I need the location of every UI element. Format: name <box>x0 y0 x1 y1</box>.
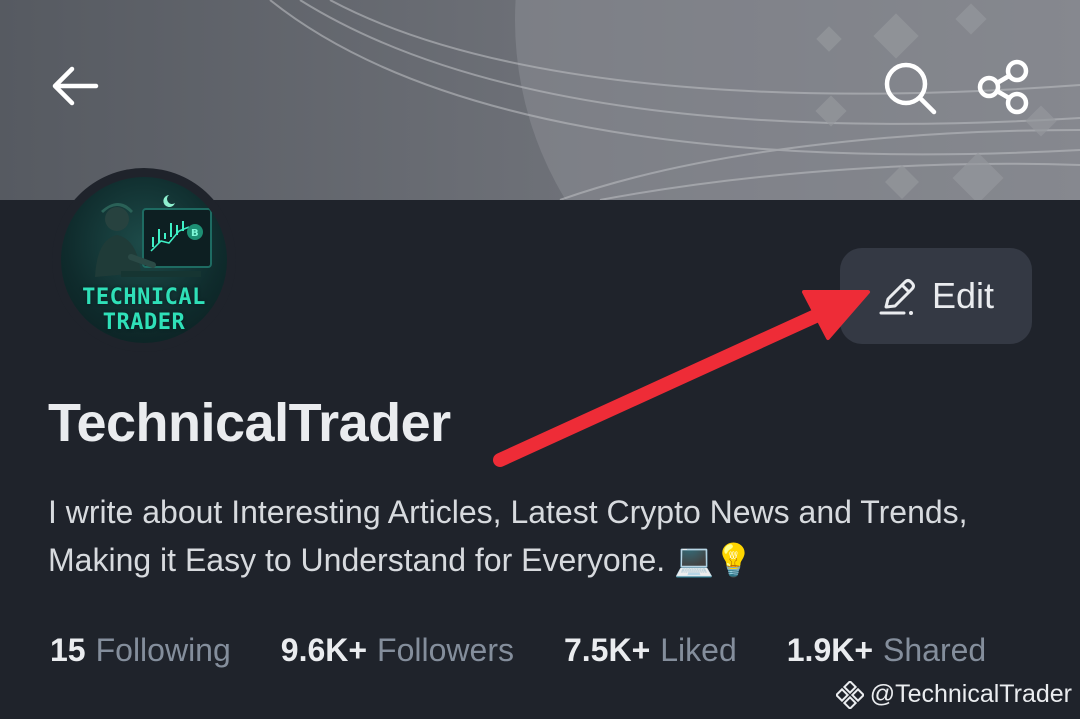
binance-logo-icon <box>835 680 864 709</box>
stat-value: 9.6K+ <box>280 631 368 668</box>
pencil-icon <box>879 279 915 315</box>
edit-button-label: Edit <box>931 275 995 316</box>
stat-value: 15 <box>50 631 86 668</box>
avatar-label-line1: TECHNICAL <box>82 285 206 310</box>
stat-followers[interactable]: 9.6K+ Followers <box>281 632 514 669</box>
search-button[interactable] <box>880 60 940 116</box>
stat-liked[interactable]: 7.5K+ Liked <box>564 632 737 669</box>
share-button[interactable] <box>975 58 1035 116</box>
stat-label: Followers <box>377 631 514 668</box>
share-icon <box>977 59 1029 115</box>
watermark: @TechnicalTrader <box>835 680 1072 709</box>
arrow-left-icon <box>52 66 99 106</box>
stat-value: 1.9K+ <box>786 631 874 668</box>
profile-bio: I write about Interesting Articles, Late… <box>48 494 968 578</box>
profile-stats: 15 Following 9.6K+ Followers 7.5K+ Liked… <box>50 628 1036 672</box>
profile-name: TechnicalTrader <box>48 393 451 453</box>
avatar-label-line2: TRADER <box>102 310 186 335</box>
svg-text:B: B <box>191 228 199 239</box>
stat-shared[interactable]: 1.9K+ Shared <box>787 632 986 669</box>
edit-profile-button[interactable]: Edit <box>840 248 1032 344</box>
stat-value: 7.5K+ <box>563 631 651 668</box>
stat-following[interactable]: 15 Following <box>50 632 231 669</box>
watermark-handle: @TechnicalTrader <box>869 680 1072 708</box>
stat-label: Following <box>95 631 231 668</box>
stat-label: Liked <box>660 631 737 668</box>
stat-label: Shared <box>883 631 987 668</box>
avatar[interactable]: B TECHNICAL TRADER <box>61 177 227 343</box>
back-button[interactable] <box>50 64 100 108</box>
search-icon <box>884 62 937 115</box>
